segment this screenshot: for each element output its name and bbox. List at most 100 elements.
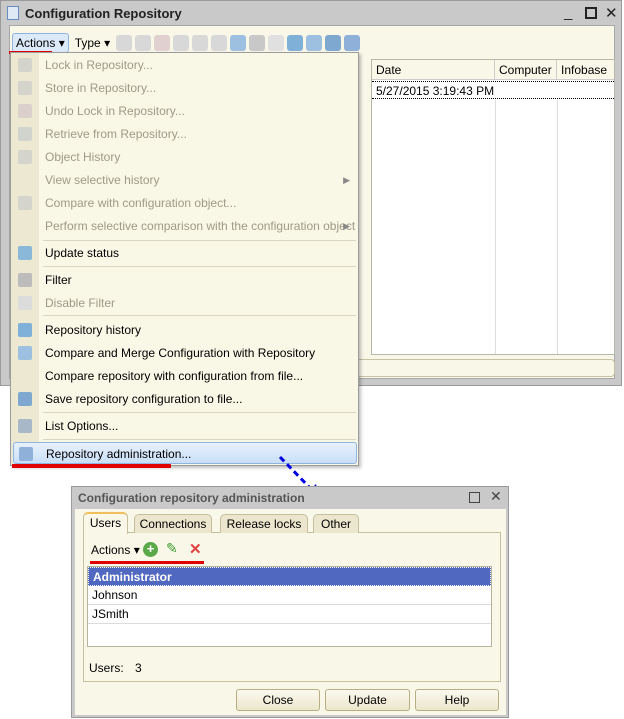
repository-history-icon[interactable] xyxy=(287,35,304,51)
menu-item-update-status[interactable]: Update status xyxy=(11,242,358,264)
column-header-infobase[interactable]: Infobase xyxy=(557,60,614,80)
filter-icon[interactable] xyxy=(249,35,266,51)
actions-menu-button[interactable]: Actions ▾ xyxy=(12,33,69,53)
menu-label: Retrieve from Repository... xyxy=(45,127,187,141)
actions-menu: Lock in Repository... Store in Repositor… xyxy=(10,52,359,466)
menu-label: Undo Lock in Repository... xyxy=(45,104,185,118)
menu-item-selective-comparison[interactable]: Perform selective comparison with the co… xyxy=(11,215,358,237)
menu-item-lock[interactable]: Lock in Repository... xyxy=(11,54,358,76)
column-divider xyxy=(495,100,496,354)
menu-separator xyxy=(43,439,356,440)
help-button[interactable]: Help xyxy=(415,689,499,711)
column-header-computer[interactable]: Computer xyxy=(495,60,557,80)
undo-lock-icon[interactable] xyxy=(154,35,171,51)
lock-icon[interactable] xyxy=(116,35,133,51)
column-header-date[interactable]: Date xyxy=(372,60,495,80)
menu-label: Lock in Repository... xyxy=(45,58,153,72)
save-to-file-icon[interactable] xyxy=(325,35,342,51)
compare-icon xyxy=(18,196,32,210)
menu-item-retrieve[interactable]: Retrieve from Repository... xyxy=(11,123,358,145)
table-row[interactable]: 5/27/2015 3:19:43 PM xyxy=(372,81,614,99)
history-icon xyxy=(18,150,32,164)
menu-separator xyxy=(43,412,356,413)
menu-item-list-options[interactable]: List Options... xyxy=(11,415,358,437)
menu-label: Compare repository with configuration fr… xyxy=(45,369,304,383)
window-title: Configuration Repository xyxy=(25,6,182,21)
repository-history-icon xyxy=(18,323,32,337)
menu-item-store[interactable]: Store in Repository... xyxy=(11,77,358,99)
update-status-icon xyxy=(18,246,32,260)
menu-item-filter[interactable]: Filter xyxy=(11,269,358,291)
list-options-icon xyxy=(18,419,32,433)
menu-label: Repository history xyxy=(45,323,142,337)
lock-icon xyxy=(18,58,32,72)
menu-item-undo-lock[interactable]: Undo Lock in Repository... xyxy=(11,100,358,122)
type-menu-button[interactable]: Type ▾ xyxy=(72,34,113,52)
menu-item-compare-from-file[interactable]: Compare repository with configuration fr… xyxy=(11,365,358,387)
retrieve-icon[interactable] xyxy=(173,35,190,51)
user-row-jsmith[interactable]: JSmith xyxy=(88,605,491,624)
menu-label: Repository administration... xyxy=(46,447,192,461)
menu-label: Update status xyxy=(45,246,120,260)
menu-item-repository-history[interactable]: Repository history xyxy=(11,319,358,341)
close-button[interactable]: ✕ xyxy=(605,4,618,22)
filter-icon xyxy=(18,273,32,287)
menu-label: Save repository configuration to file... xyxy=(45,392,243,406)
red-underline-users-actions xyxy=(90,561,204,564)
tab-users[interactable]: Users xyxy=(83,512,128,534)
edit-user-icon[interactable]: ✎ xyxy=(166,540,178,557)
users-count-value: 3 xyxy=(135,661,142,675)
compare-merge-icon xyxy=(18,346,32,360)
column-divider xyxy=(557,100,558,354)
menu-item-compare-merge[interactable]: Compare and Merge Configuration with Rep… xyxy=(11,342,358,364)
menu-separator xyxy=(43,266,356,267)
retrieve-icon xyxy=(18,127,32,141)
disable-filter-icon[interactable] xyxy=(268,35,285,51)
repository-administration-dialog: Configuration repository administration … xyxy=(71,486,509,718)
dialog-body: Users Connections Release locks Other Ac… xyxy=(75,509,506,715)
maximize-button[interactable] xyxy=(469,492,480,503)
submenu-arrow-icon: ▶ xyxy=(343,221,350,231)
menu-separator xyxy=(43,315,356,316)
row-date: 5/27/2015 3:19:43 PM xyxy=(376,84,495,98)
user-row-administrator[interactable]: Administrator xyxy=(88,567,491,586)
maximize-button[interactable] xyxy=(585,7,597,19)
tab-connections[interactable]: Connections xyxy=(134,514,212,533)
update-status-icon[interactable] xyxy=(230,35,247,51)
history-icon[interactable] xyxy=(192,35,209,51)
actions-label: Actions xyxy=(91,543,131,557)
menu-item-save-to-file[interactable]: Save repository configuration to file... xyxy=(11,388,358,410)
menu-label: Filter xyxy=(45,273,72,287)
store-icon[interactable] xyxy=(135,35,152,51)
menu-label: Disable Filter xyxy=(45,296,116,310)
save-to-file-icon xyxy=(18,392,32,406)
red-underline-administration xyxy=(12,464,171,468)
tab-other[interactable]: Other xyxy=(313,514,359,533)
menu-label: List Options... xyxy=(45,419,119,433)
menu-label: Compare with configuration object... xyxy=(45,196,237,210)
menu-item-compare-with-object[interactable]: Compare with configuration object... xyxy=(11,192,358,214)
history-table: Date Computer Infobase 5/27/2015 3:19:43… xyxy=(371,59,615,355)
compare-merge-icon[interactable] xyxy=(306,35,323,51)
menu-label: Perform selective comparison with the co… xyxy=(45,219,356,233)
menu-label: Object History xyxy=(45,150,121,164)
minimize-button[interactable]: _ xyxy=(564,4,572,21)
update-button[interactable]: Update xyxy=(325,689,410,711)
store-icon xyxy=(18,81,32,95)
users-actions-button[interactable]: Actions ▾ xyxy=(91,543,140,557)
compare-icon[interactable] xyxy=(211,35,228,51)
menu-item-view-selective-history[interactable]: View selective history ▶ xyxy=(11,169,358,191)
close-button[interactable]: ✕ xyxy=(490,488,502,505)
type-label: Type xyxy=(74,36,101,50)
tab-release-locks[interactable]: Release locks xyxy=(220,514,308,533)
delete-user-icon[interactable]: ✕ xyxy=(189,540,202,558)
user-row-johnson[interactable]: Johnson xyxy=(88,586,491,605)
menu-item-object-history[interactable]: Object History xyxy=(11,146,358,168)
close-dialog-button[interactable]: Close xyxy=(236,689,320,711)
menu-label: Store in Repository... xyxy=(45,81,157,95)
add-user-icon[interactable]: + xyxy=(143,542,158,557)
toolbar: Actions ▾ Type ▾ xyxy=(12,33,361,53)
submenu-arrow-icon: ▶ xyxy=(343,175,350,185)
administration-icon[interactable] xyxy=(344,35,361,51)
menu-item-disable-filter[interactable]: Disable Filter xyxy=(11,292,358,314)
